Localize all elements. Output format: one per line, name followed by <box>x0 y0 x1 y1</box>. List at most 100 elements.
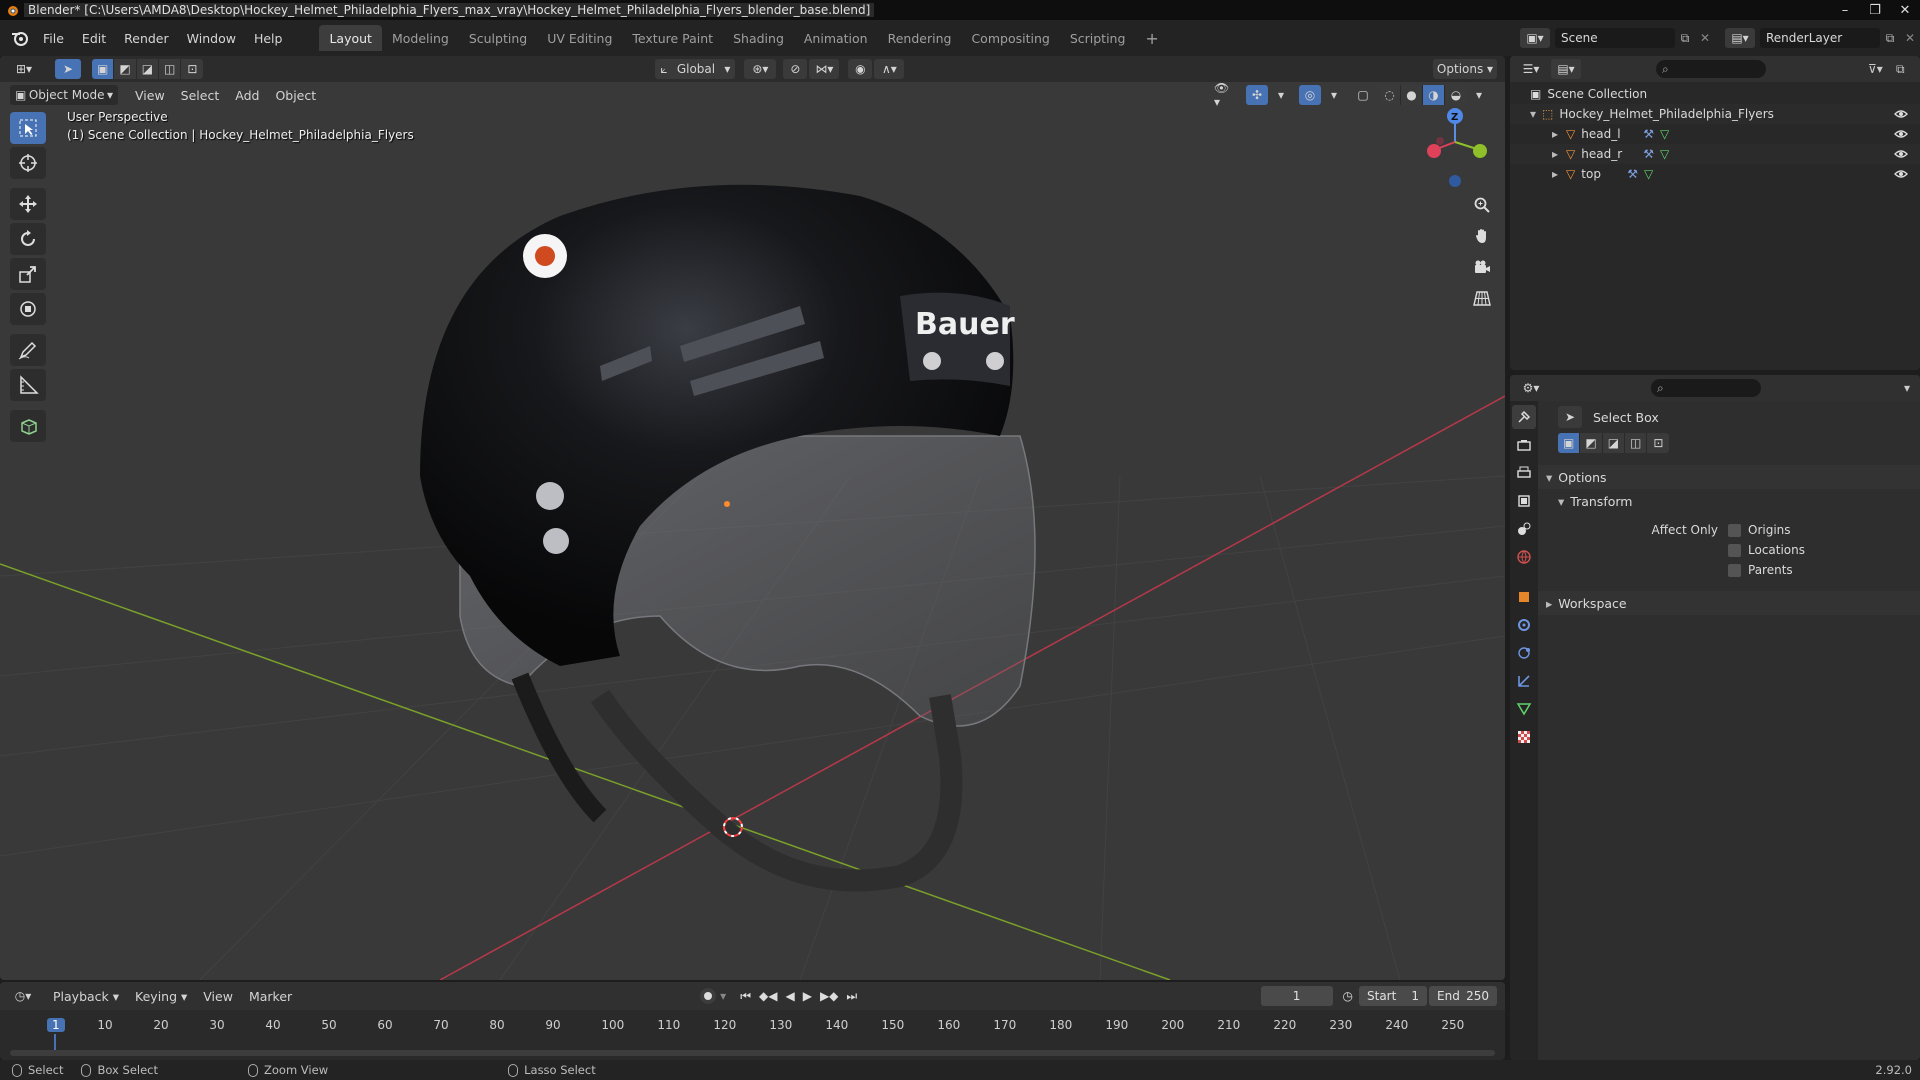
jump-start-icon[interactable]: ⏮ <box>740 989 751 1004</box>
tab-sculpting[interactable]: Sculpting <box>459 25 537 51</box>
properties-options-icon[interactable]: ▾ <box>1904 381 1910 395</box>
menu-window[interactable]: Window <box>178 20 245 56</box>
select-subtract-icon[interactable]: ◪ <box>1602 433 1626 453</box>
rotate-tool[interactable] <box>10 223 46 255</box>
tab-scripting[interactable]: Scripting <box>1060 25 1136 51</box>
scale-tool[interactable] <box>10 258 46 290</box>
tab-uv-editing[interactable]: UV Editing <box>537 25 622 51</box>
parents-checkbox[interactable] <box>1728 563 1741 577</box>
properties-editor-type-icon[interactable]: ⚙▾ <box>1516 378 1546 398</box>
tab-render[interactable] <box>1512 433 1536 457</box>
disclosure-closed-icon[interactable]: ▸ <box>1552 147 1558 161</box>
next-keyframe-icon[interactable]: ▶◆ <box>820 989 838 1004</box>
autokey-record-icon[interactable] <box>700 988 717 1004</box>
select-subtract-icon[interactable]: ◪ <box>136 59 160 79</box>
editor-type-icon[interactable]: ⊞▾ <box>8 59 40 79</box>
tab-rendering[interactable]: Rendering <box>878 25 962 51</box>
timeline-panel[interactable]: ◷▾ Playback ▾ Keying ▾ View Marker ▾ ⏮ ◆… <box>0 982 1505 1060</box>
select-invert-icon[interactable]: ◫ <box>1625 433 1648 453</box>
pivot-point-icon[interactable]: ⊛▾ <box>744 59 777 79</box>
maximize-icon[interactable]: ❐ <box>1860 0 1890 20</box>
new-view-layer-icon[interactable]: ⧉ <box>1880 31 1900 46</box>
outliner-scene-collection[interactable]: ▣ Scene Collection <box>1510 84 1920 104</box>
menu-edit[interactable]: Edit <box>73 20 115 56</box>
outliner-object-row[interactable]: ▸ ▽ head_r ⚒ ▽ <box>1510 144 1920 164</box>
outliner-collection-row[interactable]: ▾ ⬚ Hockey_Helmet_Philadelphia_Flyers <box>1510 104 1920 124</box>
transform-orientation-dropdown[interactable]: ⟀ Global ▾ <box>655 59 736 79</box>
tab-compositing[interactable]: Compositing <box>961 25 1059 51</box>
options-dropdown[interactable]: Options ▾ <box>1433 59 1497 79</box>
tab-animation[interactable]: Animation <box>794 25 878 51</box>
viewport-scene[interactable]: Bauer Z <box>0 56 1505 980</box>
tab-tool[interactable] <box>1512 405 1536 429</box>
preview-range-clock-icon[interactable]: ◷ <box>1343 989 1353 1003</box>
menu-object[interactable]: Object <box>267 88 324 103</box>
scene-browse-icon[interactable]: ▣▾ <box>1520 28 1550 48</box>
tab-shading[interactable]: Shading <box>723 25 794 51</box>
object-mode-dropdown[interactable]: ▣ Object Mode ▾ <box>10 85 118 105</box>
menu-timeline-view[interactable]: View <box>195 989 241 1004</box>
overlay-dropdown-icon[interactable]: ▾ <box>1323 85 1345 105</box>
rendered-shading-icon[interactable]: ◒ <box>1445 85 1467 105</box>
options-section-header[interactable]: ▾ Options <box>1538 465 1920 489</box>
outliner-object-row[interactable]: ▸ ▽ head_l ⚒ ▽ <box>1510 124 1920 144</box>
material-preview-icon[interactable]: ◑ <box>1423 85 1445 105</box>
delete-view-layer-icon[interactable]: ✕ <box>1900 31 1920 45</box>
gizmo-dropdown-icon[interactable]: ▾ <box>1270 85 1292 105</box>
tab-texture[interactable] <box>1512 725 1536 749</box>
scene-name-field[interactable]: Scene <box>1555 28 1675 48</box>
tab-world[interactable] <box>1512 545 1536 569</box>
new-scene-icon[interactable]: ⧉ <box>1675 31 1695 46</box>
snap-toggle-icon[interactable]: ⊘ <box>783 59 808 79</box>
jump-end-icon[interactable]: ⏭ <box>846 989 857 1004</box>
minimize-icon[interactable]: – <box>1830 0 1860 20</box>
properties-search-input[interactable]: ⌕ <box>1651 379 1761 397</box>
perspective-toggle-icon[interactable] <box>1468 284 1496 312</box>
proportional-falloff-icon[interactable]: ∧▾ <box>874 59 905 79</box>
outliner-editor-type-icon[interactable]: ☰▾ <box>1516 59 1546 79</box>
measure-tool[interactable] <box>10 369 46 401</box>
select-new-icon[interactable]: ▣ <box>92 59 115 79</box>
start-frame-field[interactable]: Start 1 <box>1359 986 1427 1006</box>
timeline-scrollbar[interactable] <box>10 1050 1495 1056</box>
play-icon[interactable]: ▶ <box>803 989 812 1004</box>
menu-marker[interactable]: Marker <box>241 989 300 1004</box>
menu-keying[interactable]: Keying ▾ <box>127 989 195 1004</box>
menu-render[interactable]: Render <box>115 20 178 56</box>
zoom-view-icon[interactable] <box>1468 191 1496 219</box>
shading-dropdown-icon[interactable]: ▾ <box>1468 85 1490 105</box>
tab-texture-paint[interactable]: Texture Paint <box>622 25 723 51</box>
pan-view-icon[interactable] <box>1468 222 1496 250</box>
disclosure-closed-icon[interactable]: ▸ <box>1552 127 1558 141</box>
disclosure-open-icon[interactable]: ▾ <box>1530 107 1536 121</box>
wireframe-shading-icon[interactable]: ◌ <box>1379 85 1401 105</box>
transform-tool[interactable] <box>10 293 46 325</box>
camera-view-icon[interactable] <box>1468 253 1496 281</box>
xray-toggle-icon[interactable]: ▢ <box>1352 85 1374 105</box>
select-invert-icon[interactable]: ◫ <box>159 59 182 79</box>
menu-playback[interactable]: Playback ▾ <box>45 989 127 1004</box>
solid-shading-icon[interactable]: ● <box>1401 85 1423 105</box>
navigation-gizmo[interactable]: Z <box>1427 108 1487 187</box>
chevron-down-icon[interactable]: ▾ <box>720 989 726 1003</box>
eye-icon[interactable] <box>1894 147 1908 161</box>
add-cube-tool[interactable] <box>10 410 46 442</box>
prev-keyframe-icon[interactable]: ◆◀ <box>759 989 777 1004</box>
filter-icon[interactable]: ⊽▾ <box>1868 62 1896 76</box>
menu-view[interactable]: View <box>127 88 173 103</box>
tab-object[interactable] <box>1512 585 1536 609</box>
tab-scene[interactable] <box>1512 517 1536 541</box>
tab-modeling[interactable]: Modeling <box>382 25 459 51</box>
gizmo-toggle-icon[interactable]: ✣ <box>1246 85 1268 105</box>
eye-icon[interactable] <box>1894 167 1908 181</box>
outliner-search-input[interactable]: ⌕ <box>1656 60 1766 78</box>
select-box-tool[interactable] <box>10 112 46 144</box>
select-new-icon[interactable]: ▣ <box>1558 433 1581 453</box>
eye-icon[interactable] <box>1894 127 1908 141</box>
transform-subsection-header[interactable]: ▾ Transform <box>1538 489 1920 513</box>
view-layer-field[interactable]: RenderLayer <box>1760 28 1880 48</box>
tab-constraints[interactable] <box>1512 669 1536 693</box>
select-extend-icon[interactable]: ◩ <box>114 59 137 79</box>
new-collection-icon[interactable]: ⧉ <box>1896 62 1920 77</box>
3d-viewport[interactable]: Bauer Z ⊞▾ ➤ ▣ ◩ ◪ ◫ ⊡ ⟀ Global ▾ ⊛▾ ⊘ ⋈… <box>0 56 1505 980</box>
